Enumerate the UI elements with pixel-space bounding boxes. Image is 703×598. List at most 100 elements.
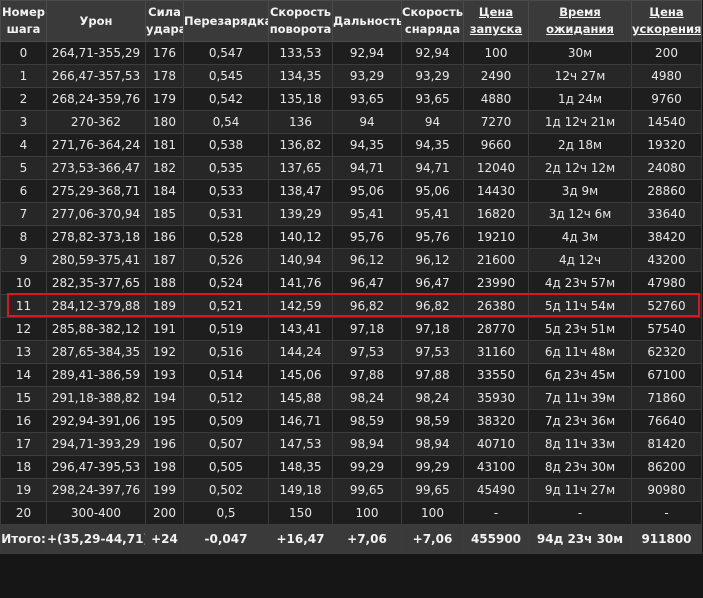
table-cell: 194	[145, 386, 184, 410]
column-header: Скорость поворота	[268, 0, 333, 42]
table-cell: 0,524	[183, 271, 269, 295]
table-cell: 11	[0, 294, 47, 318]
table-cell: 99,29	[401, 455, 464, 479]
total-cell: +7,06	[332, 524, 402, 554]
table-cell: 7	[0, 202, 47, 226]
table-cell: 97,53	[401, 340, 464, 364]
column-header: Номер шага	[0, 0, 47, 42]
table-cell: 298,24-397,76	[46, 478, 146, 502]
table-cell: 0	[0, 41, 47, 65]
table-cell: 94	[401, 110, 464, 134]
table-cell: 21600	[463, 248, 529, 272]
table-cell: 0,538	[183, 133, 269, 157]
table-cell: 141,76	[268, 271, 333, 295]
table-cell: 14540	[631, 110, 702, 134]
total-cell: 455900	[463, 524, 529, 554]
table-cell: 98,59	[401, 409, 464, 433]
table-cell: 176	[145, 41, 184, 65]
table-cell: 2	[0, 87, 47, 111]
table-cell: 7д 23ч 36м	[528, 409, 632, 433]
table-row: 0 264,71-355,29 176 0,547 133,53 92,94 92,94 10…	[0, 41, 702, 65]
table-row: 10 282,35-377,65 188 0,524 141,76 96,47 96,47 2…	[0, 271, 702, 295]
table-cell: 95,06	[401, 179, 464, 203]
total-cell: +24	[145, 524, 184, 554]
table-cell: 0,514	[183, 363, 269, 387]
table-cell: 33550	[463, 363, 529, 387]
table-cell: 96,12	[332, 248, 402, 272]
table-cell: 179	[145, 87, 184, 111]
table-cell: 273,53-366,47	[46, 156, 146, 180]
table-cell: 14	[0, 363, 47, 387]
table-cell: 139,29	[268, 202, 333, 226]
table-cell: 93,29	[332, 64, 402, 88]
table-cell: 198	[145, 455, 184, 479]
table-cell: 192	[145, 340, 184, 364]
table-cell: 145,06	[268, 363, 333, 387]
column-header-label[interactable]: Время ожидания	[546, 5, 614, 36]
table-cell: 268,24-359,76	[46, 87, 146, 111]
table-cell: 95,41	[401, 202, 464, 226]
table-cell: 0,507	[183, 432, 269, 456]
table-cell: 292,94-391,06	[46, 409, 146, 433]
table-cell: 20	[0, 501, 47, 525]
table-cell: 3д 9м	[528, 179, 632, 203]
table-cell: 178	[145, 64, 184, 88]
table-cell: 12ч 27м	[528, 64, 632, 88]
table-cell: 280,59-375,41	[46, 248, 146, 272]
table-cell: 15	[0, 386, 47, 410]
table-cell: 300-400	[46, 501, 146, 525]
total-cell: Итого:	[0, 524, 47, 554]
column-header-label: Номер шага	[2, 5, 45, 36]
table-row: 16 292,94-391,06 195 0,509 146,71 98,59 98,59 3…	[0, 409, 702, 433]
table-cell: 96,47	[332, 271, 402, 295]
table-cell: 97,53	[332, 340, 402, 364]
column-header: Дальность	[332, 0, 402, 42]
table-header-row: Номер шага Урон Сила удара Перезарядка Скорост…	[0, 0, 702, 42]
table-cell: 184	[145, 179, 184, 203]
table-cell: 14430	[463, 179, 529, 203]
table-cell: 137,65	[268, 156, 333, 180]
table-cell: 294,71-393,29	[46, 432, 146, 456]
table-cell: 181	[145, 133, 184, 157]
column-header-label: Дальность	[333, 13, 402, 28]
table-cell: 195	[145, 409, 184, 433]
table-cell: 92,94	[401, 41, 464, 65]
table-cell: 9д 11ч 27м	[528, 478, 632, 502]
table-cell: 0,509	[183, 409, 269, 433]
table-cell: 95,76	[401, 225, 464, 249]
table-cell: 35930	[463, 386, 529, 410]
table-cell: 40710	[463, 432, 529, 456]
column-header[interactable]: Цена ускорения	[631, 0, 702, 42]
table-row: 17 294,71-393,29 196 0,507 147,53 98,94 98,94 4…	[0, 432, 702, 456]
table-cell: 200	[145, 501, 184, 525]
column-header-label[interactable]: Цена запуска	[470, 5, 522, 36]
table-cell: 0,519	[183, 317, 269, 341]
table-cell: 143,41	[268, 317, 333, 341]
column-header[interactable]: Время ожидания	[528, 0, 632, 42]
table-cell: 196	[145, 432, 184, 456]
table-cell: 0,531	[183, 202, 269, 226]
table-cell: 92,94	[332, 41, 402, 65]
column-header[interactable]: Цена запуска	[463, 0, 529, 42]
table-cell: 8	[0, 225, 47, 249]
table-cell: 134,35	[268, 64, 333, 88]
table-row: 14 289,41-386,59 193 0,514 145,06 97,88 97,88 3…	[0, 363, 702, 387]
table-cell: 67100	[631, 363, 702, 387]
table-cell: 133,53	[268, 41, 333, 65]
table-cell: 189	[145, 294, 184, 318]
table-cell: 146,71	[268, 409, 333, 433]
total-cell: -0,047	[183, 524, 269, 554]
table-cell: 3	[0, 110, 47, 134]
table-cell: 94	[332, 110, 402, 134]
table-row: 5 273,53-366,47 182 0,535 137,65 94,71 94,71 12…	[0, 156, 702, 180]
table-cell: 76640	[631, 409, 702, 433]
table-cell: 7270	[463, 110, 529, 134]
table-cell: 4д 12ч	[528, 248, 632, 272]
column-header-label[interactable]: Цена ускорения	[633, 5, 701, 36]
table-cell: 0,54	[183, 110, 269, 134]
table-cell: 6д 23ч 45м	[528, 363, 632, 387]
column-header-label: Скорость поворота	[269, 5, 332, 36]
table-cell: 30м	[528, 41, 632, 65]
table-cell: 0,545	[183, 64, 269, 88]
table-cell: 98,59	[332, 409, 402, 433]
